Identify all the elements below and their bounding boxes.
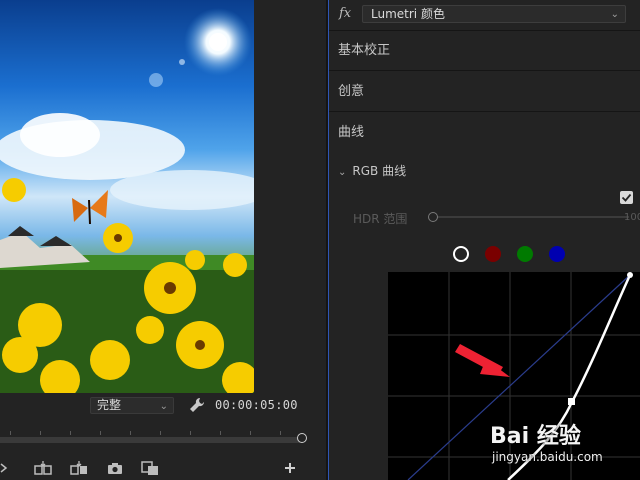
curve-end-point[interactable] [627,272,633,278]
chevron-down-icon: ⌄ [159,401,168,412]
wrench-icon[interactable] [188,396,206,414]
preview-image [0,8,254,393]
scrub-tick [40,431,41,435]
playback-resolution-dropdown[interactable]: 完整 ⌄ [90,397,174,414]
chevron-down-icon: ⌄ [338,167,347,178]
video-preview [0,0,254,393]
scrub-tick [130,431,131,435]
scrub-tick [10,431,11,435]
timeline-scrubber[interactable] [0,428,307,443]
scrub-tick [220,431,221,435]
channel-green-button[interactable] [517,246,533,262]
effect-row: fx Lumetri 颜色 ⌄ [329,0,640,31]
effect-select[interactable]: Lumetri 颜色 ⌄ [362,5,626,23]
chevron-down-icon: ⌄ [610,9,619,20]
scrub-tick [280,431,281,435]
scrub-tick [190,431,191,435]
hdr-range-value: 100 [624,212,640,223]
channel-red-button[interactable] [485,246,501,262]
channel-white-button[interactable] [453,246,469,262]
baidu-watermark: Bai 经验 [490,418,581,450]
scrub-tick [70,431,71,435]
hdr-range-slider-knob[interactable] [428,212,438,222]
section-curves[interactable]: 曲线 [329,113,640,153]
lumetri-color-panel: fx Lumetri 颜色 ⌄ 基本校正 创意 曲线 ⌄ RGB 曲线 HDR 范… [328,0,640,480]
playhead-end-marker[interactable] [297,433,307,443]
overwrite-icon[interactable] [69,460,89,476]
program-monitor: 完整 ⌄ 00:00:05:00 [0,0,326,480]
duration-timecode: 00:00:05:00 [215,398,298,412]
insert-icon[interactable] [33,460,53,476]
playback-resolution-value: 完整 [97,398,122,412]
comparison-view-icon[interactable] [140,460,160,476]
rgb-curves-label: RGB 曲线 [352,164,407,178]
channel-blue-button[interactable] [549,246,565,262]
scrub-tick [160,431,161,435]
effect-select-value: Lumetri 颜色 [371,7,445,21]
curve-control-point[interactable] [568,398,575,405]
scrub-track[interactable] [0,437,300,443]
hdr-range-slider[interactable] [429,216,629,218]
camera-icon[interactable] [106,460,124,476]
hdr-range-label: HDR 范围 [353,212,408,226]
scrub-tick [100,431,101,435]
section-creative[interactable]: 创意 [329,72,640,112]
add-button-icon[interactable] [283,460,297,476]
rgb-curves-enable-checkbox[interactable] [620,191,633,204]
rgb-curves-header[interactable]: ⌄ RGB 曲线 [338,162,406,179]
section-basic-correction[interactable]: 基本校正 [329,31,640,71]
watermark-brand: Bai 经验 [490,424,581,449]
annotation-arrow-icon [455,344,510,377]
scrub-tick [250,431,251,435]
step-forward-icon[interactable] [0,460,12,476]
fx-icon[interactable]: fx [339,6,351,21]
baidu-watermark-url: jingyan.baidu.com [492,450,603,464]
